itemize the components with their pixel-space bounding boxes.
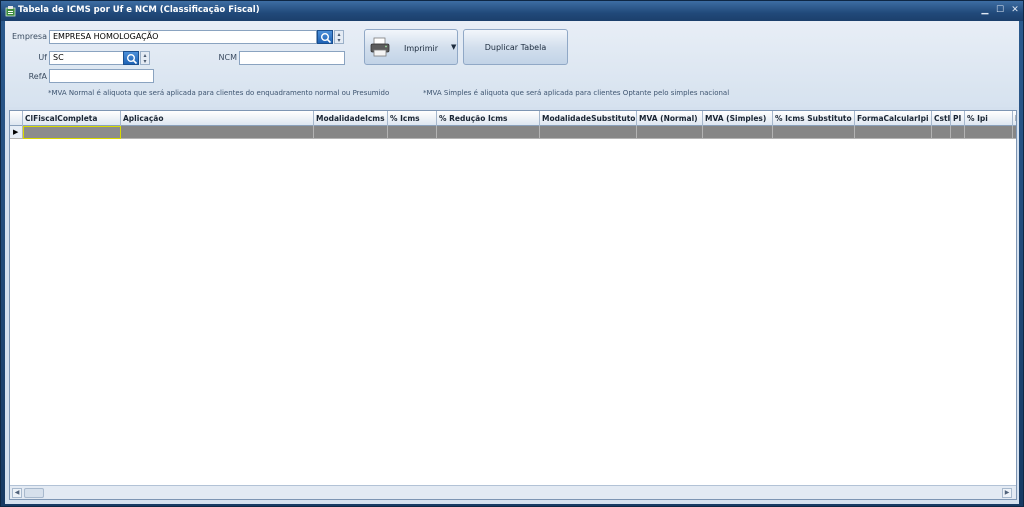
printer-icon — [370, 37, 390, 57]
scroll-right-icon[interactable]: ▶ — [1002, 488, 1012, 498]
horizontal-scrollbar[interactable]: ◀ ▶ — [10, 485, 1016, 499]
uf-spin-button[interactable]: ▴ ▾ — [140, 51, 150, 65]
grid-header: ClFiscalCompleta Aplicação ModalidadeIcm… — [10, 111, 1016, 126]
col-reducao-icms[interactable]: % Redução Icms — [437, 111, 540, 126]
search-icon — [127, 54, 138, 65]
mva-simples-hint: *MVA Simples é aliquota que será aplicad… — [423, 89, 730, 97]
grid-cell[interactable] — [121, 126, 314, 139]
col-csti[interactable]: CstI — [932, 111, 951, 126]
mva-normal-hint: *MVA Normal é aliquota que será aplicada… — [48, 89, 390, 97]
col-icms[interactable]: % Icms — [388, 111, 437, 126]
refa-label: RefA — [28, 72, 47, 81]
grid-cell[interactable] — [314, 126, 388, 139]
grid-cell[interactable] — [637, 126, 703, 139]
window-title: Tabela de ICMS por Uf e NCM (Classificaç… — [18, 5, 260, 15]
col-pi[interactable]: PI — [951, 111, 965, 126]
uf-field[interactable]: SC — [49, 51, 125, 65]
empresa-spin-button[interactable]: ▴ ▾ — [334, 30, 344, 44]
grid-cell[interactable] — [965, 126, 1013, 139]
dropdown-arrow-icon[interactable]: ▼ — [451, 43, 456, 51]
content-area: Empresa EMPRESA HOMOLOGAÇÃO ▴ ▾ Uf SC ▴ ▾ … — [5, 21, 1019, 504]
close-icon[interactable]: ✕ — [1009, 5, 1021, 16]
maximize-icon[interactable]: ☐ — [994, 5, 1006, 16]
empresa-field[interactable]: EMPRESA HOMOLOGAÇÃO — [49, 30, 317, 44]
col-ipi[interactable]: % Ipi — [965, 111, 1013, 126]
grid-cell[interactable] — [855, 126, 932, 139]
grid-cell[interactable] — [388, 126, 437, 139]
table-row[interactable]: ▶ — [10, 126, 1016, 139]
uf-search-button[interactable] — [123, 51, 139, 65]
app-icon — [5, 6, 16, 17]
uf-label: Uf — [38, 53, 47, 62]
ncm-label: NCM — [218, 53, 237, 62]
refa-field[interactable] — [49, 69, 154, 83]
col-modalidadeicms[interactable]: ModalidadeIcms — [314, 111, 388, 126]
col-mva-simples[interactable]: MVA (Simples) — [703, 111, 773, 126]
col-formacalcularipi[interactable]: FormaCalcularIpi — [855, 111, 932, 126]
duplicar-tabela-button[interactable]: Duplicar Tabela — [463, 29, 568, 65]
col-clfiscalcompleta[interactable]: ClFiscalCompleta — [23, 111, 121, 126]
empresa-search-button[interactable] — [317, 30, 333, 44]
col-truncated[interactable]: I — [1013, 111, 1016, 126]
imprimir-label: Imprimir — [404, 44, 439, 53]
minimize-icon[interactable]: ▁ — [979, 5, 991, 16]
grid-cell[interactable] — [1013, 126, 1016, 139]
grid-cell[interactable] — [951, 126, 965, 139]
empresa-label: Empresa — [11, 32, 47, 41]
col-mva-normal[interactable]: MVA (Normal) — [637, 111, 703, 126]
ncm-field[interactable] — [239, 51, 345, 65]
current-row-icon: ▶ — [13, 128, 19, 136]
grid-cell[interactable] — [773, 126, 855, 139]
scroll-left-icon[interactable]: ◀ — [12, 488, 22, 498]
grid-cell[interactable] — [932, 126, 951, 139]
grid-cell[interactable] — [540, 126, 637, 139]
col-aplicacao[interactable]: Aplicação — [121, 111, 314, 126]
grid-cell[interactable] — [23, 126, 121, 139]
row-indicator-header — [10, 111, 23, 126]
filter-form: Empresa EMPRESA HOMOLOGAÇÃO ▴ ▾ Uf SC ▴ ▾ … — [5, 21, 1019, 107]
data-grid[interactable]: ClFiscalCompleta Aplicação ModalidadeIcm… — [9, 110, 1017, 500]
col-icms-substituto[interactable]: % Icms Substituto — [773, 111, 855, 126]
title-bar[interactable]: Tabela de ICMS por Uf e NCM (Classificaç… — [1, 1, 1023, 21]
grid-cell[interactable] — [703, 126, 773, 139]
app-window: Tabela de ICMS por Uf e NCM (Classificaç… — [0, 0, 1024, 507]
grid-cell[interactable] — [437, 126, 540, 139]
search-icon — [321, 33, 332, 44]
scroll-thumb[interactable] — [24, 488, 44, 498]
row-indicator: ▶ — [10, 126, 23, 139]
col-modalidadesubstituto[interactable]: ModalidadeSubstituto — [540, 111, 637, 126]
imprimir-button[interactable]: Imprimir ▼ — [364, 29, 458, 65]
duplicar-tabela-label: Duplicar Tabela — [484, 43, 547, 52]
